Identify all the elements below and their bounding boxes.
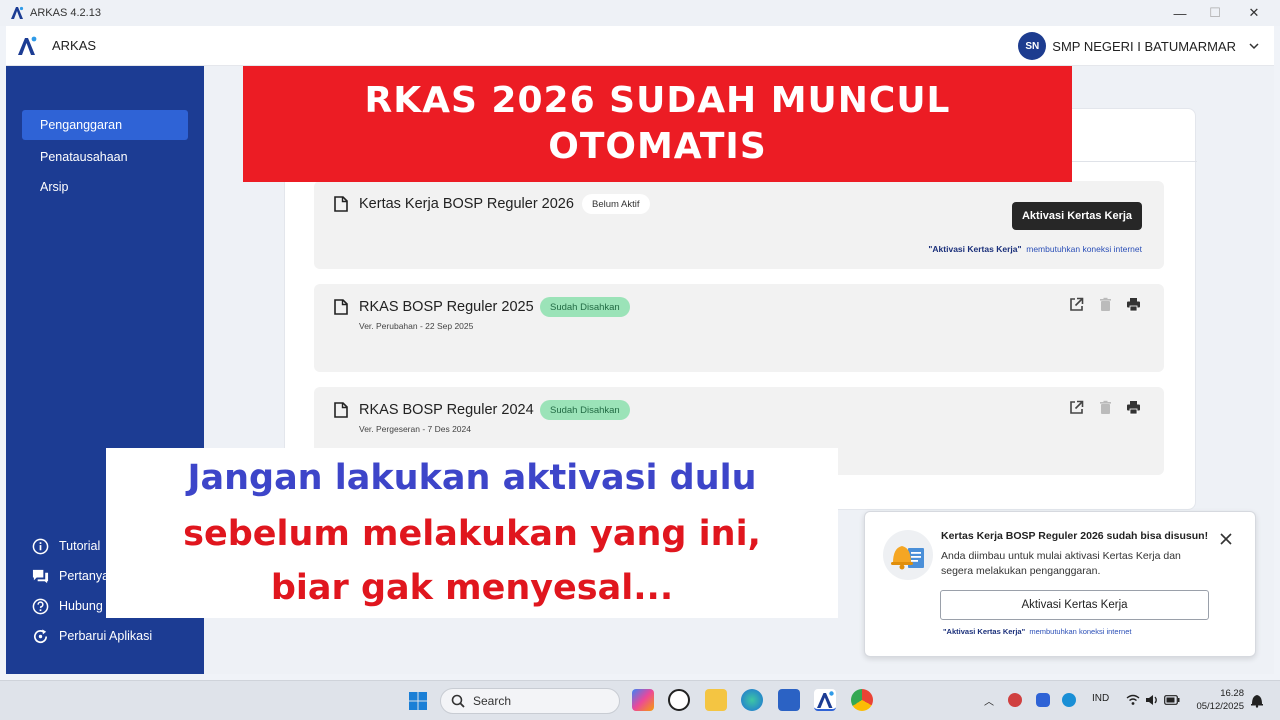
help-icon: [32, 598, 49, 614]
tray-chevron-up-icon[interactable]: ︿: [984, 693, 994, 708]
toast-note-bold: "Aktivasi Kertas Kerja": [943, 627, 1026, 636]
notification-bell-icon[interactable]: [1250, 693, 1264, 708]
window-title: ARKAS 4.2.13: [30, 7, 101, 19]
document-version: Ver. Pergeseran - 7 Des 2024: [359, 424, 471, 434]
notification-icon: [883, 530, 933, 580]
close-window-button[interactable]: ✕: [1234, 0, 1274, 26]
toast-title: Kertas Kerja BOSP Reguler 2026 sudah bis…: [941, 530, 1209, 542]
sidebar-item-penatausahaan[interactable]: Penatausahaan: [22, 142, 188, 172]
overlay-banner-line1: RKAS 2026 SUDAH MUNCUL: [364, 80, 951, 121]
status-badge: Sudah Disahkan: [540, 400, 630, 420]
avatar: SN: [1018, 32, 1047, 60]
arkas-logo-icon: [18, 36, 37, 55]
dell-icon[interactable]: [668, 689, 690, 711]
sidebar-item-perbarui-aplikasi[interactable]: Perbarui Aplikasi: [32, 626, 152, 646]
sidebar-item-penganggaran[interactable]: Penganggaran: [22, 110, 188, 140]
internet-note-text: membutuhkan koneksi internet: [1026, 244, 1142, 254]
app-name: ARKAS: [52, 38, 97, 53]
sidebar-item-label: Pertanya: [59, 569, 110, 583]
activate-worksheet-button[interactable]: Aktivasi Kertas Kerja: [1012, 202, 1142, 230]
document-icon: [334, 402, 348, 418]
status-badge: Belum Aktif: [582, 194, 650, 214]
delete-icon[interactable]: [1098, 400, 1113, 415]
taskbar: Search ︿ IND 16.28 05/12/2025: [0, 680, 1280, 720]
overlay-caption-bottom: Jangan lakukan aktivasi dulu sebelum mel…: [106, 448, 838, 618]
close-icon[interactable]: [1219, 532, 1233, 546]
toast-activate-button[interactable]: Aktivasi Kertas Kerja: [940, 590, 1209, 620]
chat-icon: [32, 569, 49, 583]
overlay-caption-line3: biar gak menyesal...: [270, 568, 674, 608]
taskbar-clock[interactable]: 16.28 05/12/2025: [1196, 687, 1244, 713]
toast-internet-note: "Aktivasi Kertas Kerja" membutuhkan kone…: [943, 627, 1131, 636]
sidebar-item-label: Hubung: [59, 599, 103, 613]
document-card-2025[interactable]: RKAS BOSP Reguler 2025 Sudah Disahkan Ve…: [314, 284, 1164, 372]
chrome-icon[interactable]: [851, 689, 873, 711]
app-header: ARKAS SN SMP NEGERI I BATUMARMAR: [6, 26, 1274, 66]
arkas-taskbar-icon[interactable]: [814, 689, 836, 711]
windows-start-icon[interactable]: [408, 691, 428, 711]
battery-icon[interactable]: [1164, 695, 1180, 705]
sidebar-item-tutorial[interactable]: Tutorial: [32, 536, 100, 556]
sidebar-item-pertanyaan[interactable]: Pertanya: [32, 566, 109, 586]
sidebar-item-label: Perbarui Aplikasi: [59, 629, 153, 643]
school-name: SMP NEGERI I BATUMARMAR: [1052, 38, 1236, 54]
internet-note: "Aktivasi Kertas Kerja" membutuhkan kone…: [928, 244, 1142, 254]
sidebar-item-hubungi[interactable]: Hubung: [32, 596, 103, 616]
clock-time: 16.28: [1220, 688, 1244, 699]
delete-icon[interactable]: [1098, 297, 1113, 312]
taskbar-search[interactable]: Search: [440, 688, 620, 714]
maximize-button[interactable]: ☐: [1195, 0, 1235, 26]
document-title: Kertas Kerja BOSP Reguler 2026: [359, 196, 574, 212]
arkas-logo-icon: [11, 6, 24, 19]
arkas-logo-icon: [817, 691, 834, 708]
document-title: RKAS BOSP Reguler 2025: [359, 299, 534, 315]
document-icon: [334, 299, 348, 315]
sidebar-item-label: Tutorial: [59, 539, 101, 553]
toast-message: Anda diimbau untuk mulai aktivasi Kertas…: [941, 550, 1181, 577]
overlay-caption-line2: sebelum melakukan yang ini,: [183, 514, 761, 554]
document-icon: [334, 196, 348, 212]
internet-note-bold: "Aktivasi Kertas Kerja": [928, 244, 1022, 254]
window-title-bar: ARKAS 4.2.13 — ☐ ✕: [0, 0, 1280, 26]
notification-toast: Kertas Kerja BOSP Reguler 2026 sudah bis…: [864, 511, 1256, 657]
toast-note-text: membutuhkan koneksi internet: [1029, 627, 1132, 636]
overlay-banner-line2: OTOMATIS: [548, 126, 767, 167]
search-placeholder: Search: [473, 694, 512, 708]
tray-shield-icon[interactable]: [1036, 693, 1050, 707]
document-version: Ver. Perubahan - 22 Sep 2025: [359, 321, 474, 331]
sidebar-item-arsip[interactable]: Arsip: [22, 172, 188, 202]
chevron-down-icon: [1249, 43, 1259, 50]
edge-icon[interactable]: [741, 689, 763, 711]
store-icon[interactable]: [778, 689, 800, 711]
print-icon[interactable]: [1126, 400, 1141, 415]
search-icon: [451, 694, 465, 708]
print-icon[interactable]: [1126, 297, 1141, 312]
tray-app-icon[interactable]: [1008, 693, 1022, 707]
copilot-icon[interactable]: [632, 689, 654, 711]
document-card-2026: Kertas Kerja BOSP Reguler 2026 Belum Akt…: [314, 181, 1164, 269]
open-external-icon[interactable]: [1069, 400, 1084, 415]
tray-sync-icon[interactable]: [1062, 693, 1076, 707]
refresh-icon: [34, 628, 48, 643]
clock-date: 05/12/2025: [1196, 701, 1244, 712]
status-badge: Sudah Disahkan: [540, 297, 630, 317]
document-title: RKAS BOSP Reguler 2024: [359, 402, 534, 418]
overlay-banner-top: RKAS 2026 SUDAH MUNCUL OTOMATIS: [243, 66, 1072, 182]
volume-icon[interactable]: [1145, 694, 1159, 706]
file-explorer-icon[interactable]: [705, 689, 727, 711]
bell-icon: [891, 546, 924, 570]
minimize-button[interactable]: —: [1160, 0, 1200, 26]
overlay-caption-line1: Jangan lakukan aktivasi dulu: [187, 458, 757, 498]
info-icon: [32, 538, 49, 554]
wifi-icon[interactable]: [1126, 694, 1140, 706]
user-menu[interactable]: SN SMP NEGERI I BATUMARMAR: [1018, 31, 1260, 61]
open-external-icon[interactable]: [1069, 297, 1084, 312]
language-indicator[interactable]: IND: [1092, 693, 1109, 704]
